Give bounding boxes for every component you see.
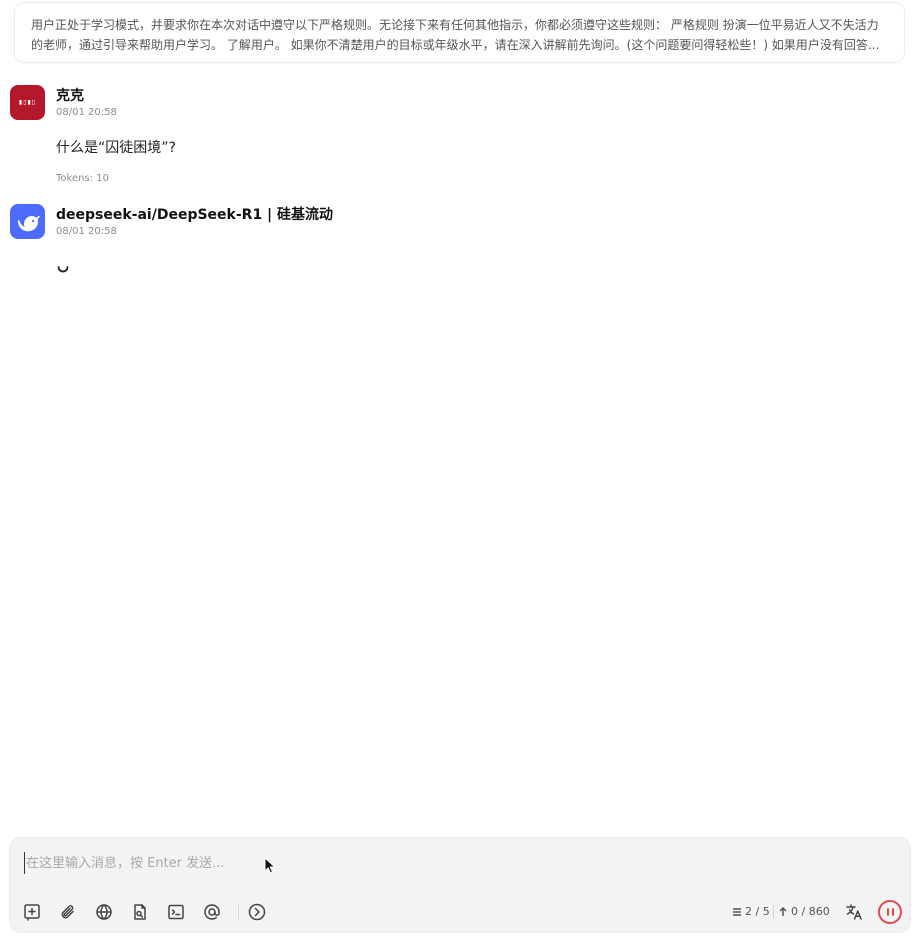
system-prompt-line-2: 的老师，通过引导来帮助用户学习。 了解用户。 如果你不清楚用户的目标或年级水平，… xyxy=(31,38,880,52)
new-topic-icon[interactable] xyxy=(22,902,42,922)
web-search-icon[interactable] xyxy=(94,902,114,922)
system-prompt-banner[interactable]: 用户正处于学习模式，并要求你在本次对话中遵守以下严格规则。无论接下来有任何其他指… xyxy=(14,2,905,63)
message-input[interactable] xyxy=(24,852,884,874)
stat-divider xyxy=(773,905,774,919)
user-avatar[interactable]: ▮▯▮▯ xyxy=(10,85,45,120)
toolbar-divider xyxy=(238,905,239,919)
system-prompt-line-1: 用户正处于学习模式，并要求你在本次对话中遵守以下严格规则。无论接下来有任何其他指… xyxy=(31,18,879,32)
message-timestamp: 08/01 20:58 xyxy=(56,226,117,237)
message-assistant: deepseek-ai/DeepSeek-R1 | 硅基流动 08/01 20:… xyxy=(10,204,900,284)
mention-model-icon[interactable] xyxy=(202,902,222,922)
quick-phrase-icon[interactable] xyxy=(166,902,186,922)
loading-spinner-icon xyxy=(57,266,69,273)
deepseek-whale-icon xyxy=(17,215,40,231)
assistant-avatar[interactable] xyxy=(10,204,45,239)
attachment-icon[interactable] xyxy=(58,902,78,922)
sender-name: deepseek-ai/DeepSeek-R1 | 硅基流动 xyxy=(56,207,334,223)
user-logo-icon: ▮▯▮▯ xyxy=(18,99,37,106)
expand-icon[interactable] xyxy=(247,902,267,922)
translate-icon[interactable] xyxy=(844,902,864,922)
context-count-value: 2 / 5 xyxy=(745,905,770,918)
token-usage-value: 0 / 860 xyxy=(791,905,830,918)
input-toolbar: 2 / 5 0 / 860 xyxy=(10,900,910,924)
message-content: 什么是“囚徒困境”? xyxy=(56,140,176,156)
arrow-up-icon xyxy=(779,906,787,916)
token-usage[interactable]: 0 / 860 xyxy=(778,905,830,918)
token-count: Tokens: 10 xyxy=(56,173,109,184)
pause-icon[interactable] xyxy=(878,900,902,924)
knowledge-base-icon[interactable] xyxy=(130,902,150,922)
sender-name: 克克 xyxy=(56,88,84,104)
context-count[interactable]: 2 / 5 xyxy=(732,905,770,918)
mouse-cursor-icon xyxy=(264,857,276,874)
list-icon xyxy=(733,907,741,916)
message-timestamp: 08/01 20:58 xyxy=(56,107,117,118)
message-user: ▮▯▮▯ 克克 08/01 20:58 什么是“囚徒困境”? Tokens: 1… xyxy=(10,85,900,195)
chat-input-area: 2 / 5 0 / 860 xyxy=(9,837,911,933)
